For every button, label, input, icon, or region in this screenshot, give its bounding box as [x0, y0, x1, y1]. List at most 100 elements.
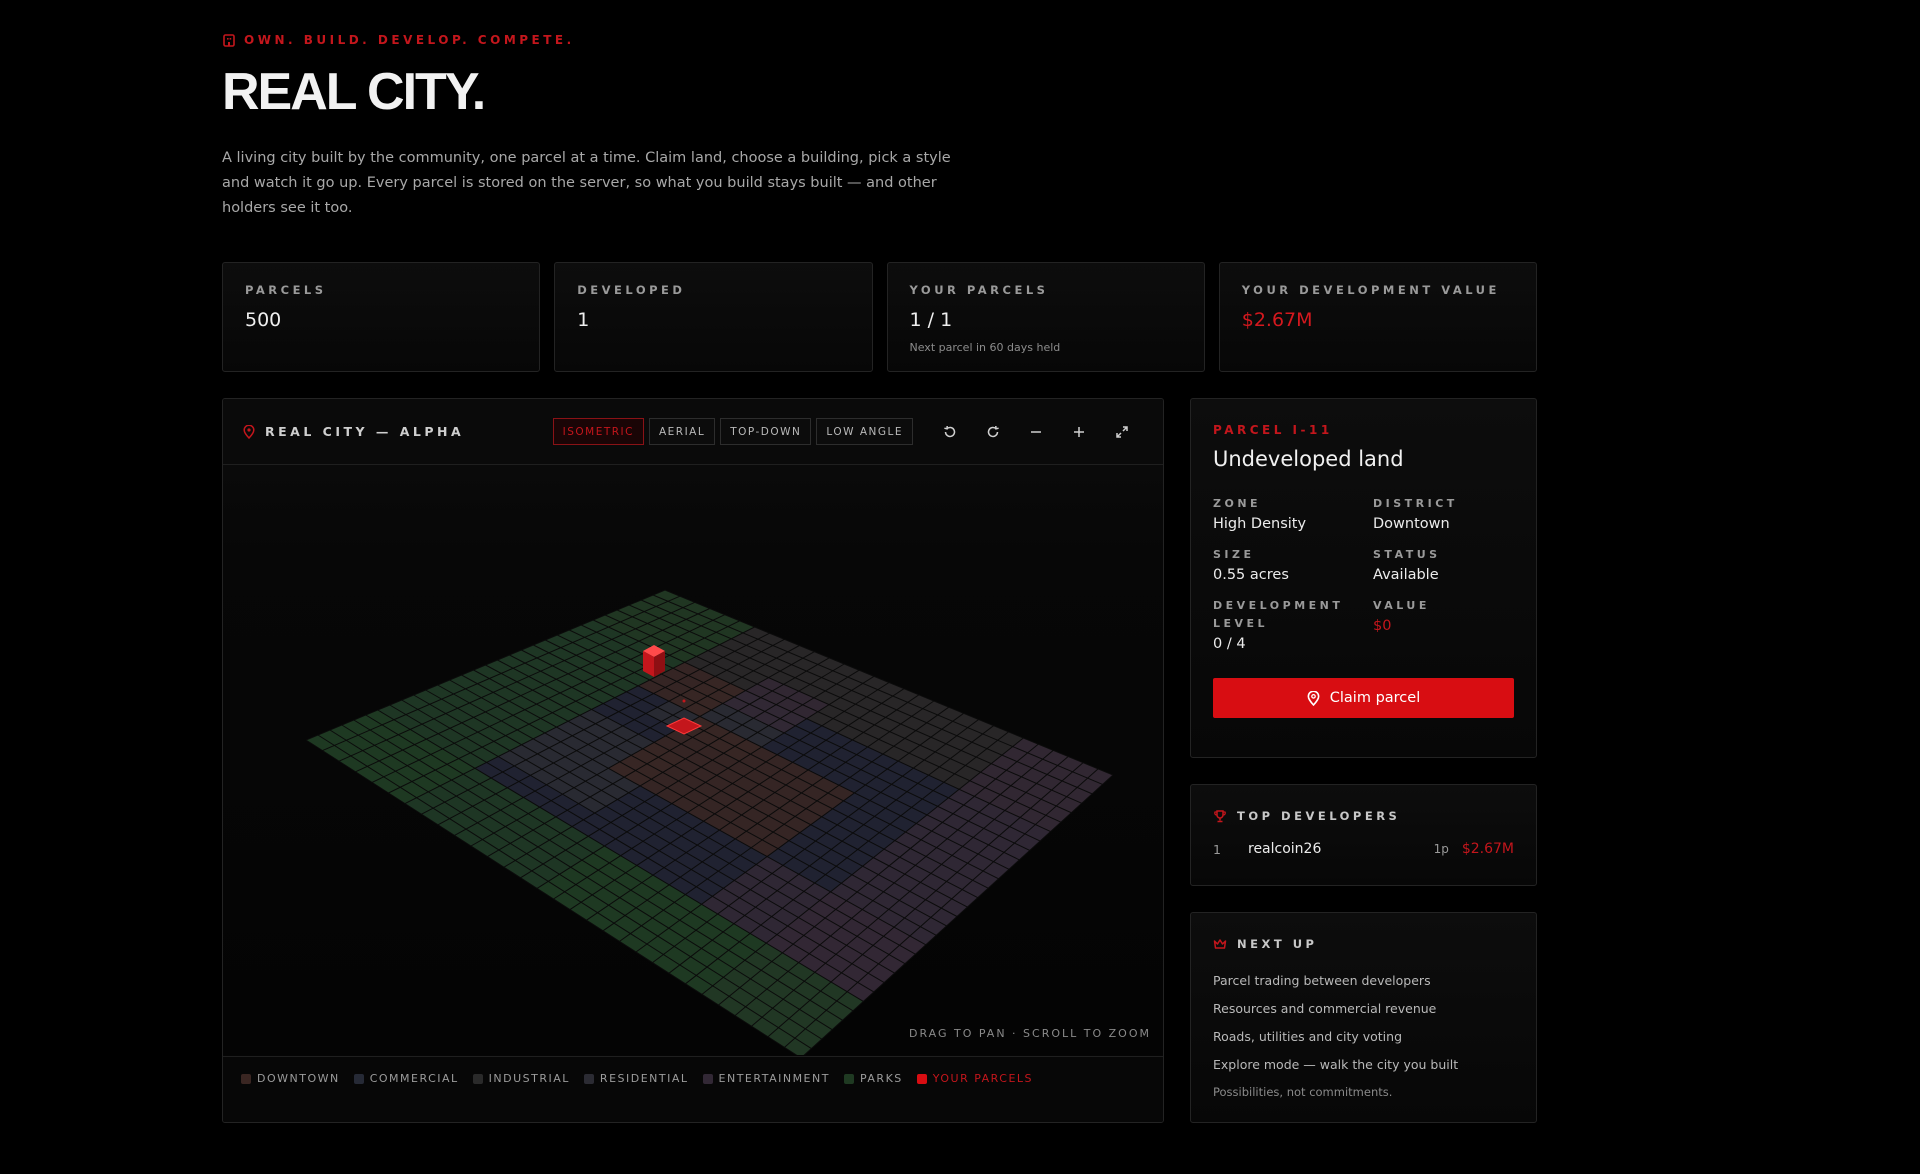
map-title-text: REAL CITY — ALPHA [265, 424, 465, 439]
map-header: REAL CITY — ALPHA ISOMETRIC AERIAL TOP-D… [223, 399, 1163, 465]
developer-rank: 1 [1213, 841, 1221, 857]
panel-title: NEXT UP [1237, 937, 1318, 951]
panel-header: NEXT UP [1213, 937, 1514, 951]
expand-icon [1115, 425, 1128, 438]
rotate-left-icon [943, 425, 955, 437]
field-key: DISTRICT [1373, 497, 1458, 510]
hero-eyebrow: OWN. BUILD. DEVELOP. COMPETE. [222, 33, 575, 47]
field-size: SIZE 0.55 acres [1213, 546, 1373, 583]
claim-label: Claim parcel [1329, 690, 1421, 706]
claim-parcel-button[interactable]: Claim parcel [1213, 678, 1514, 718]
developer-row[interactable]: 1 realcoin26 1p $2.67M [1213, 841, 1514, 857]
map-title: REAL CITY — ALPHA [243, 424, 464, 439]
rotate-right-button[interactable] [971, 418, 1014, 446]
field-district: DISTRICT Downtown [1373, 495, 1514, 532]
field-value: Downtown [1373, 516, 1450, 532]
legend-downtown: DOWNTOWN [241, 1072, 340, 1085]
field-status: STATUS Available [1373, 546, 1514, 583]
fullscreen-button[interactable] [1100, 418, 1143, 446]
field-value: High Density [1213, 516, 1307, 532]
list-item: Explore mode — walk the city you built [1213, 1057, 1459, 1072]
legend-label: PARKS [859, 1072, 903, 1085]
trophy-icon [1214, 810, 1226, 823]
legend-label: DOWNTOWN [257, 1072, 340, 1085]
next-up-list: Parcel trading between developers Resour… [1213, 967, 1514, 1079]
legend-label: YOUR PARCELS [932, 1072, 1034, 1085]
zoom-out-button[interactable] [1014, 418, 1057, 446]
parcel-title: Undeveloped land [1213, 447, 1404, 471]
field-key: SIZE [1213, 548, 1255, 561]
field-key: STATUS [1373, 548, 1441, 561]
map-pin-icon [243, 424, 255, 439]
field-value: VALUE $0 [1373, 597, 1514, 652]
map-pin-icon [1307, 690, 1320, 706]
panel-header: TOP DEVELOPERS [1213, 809, 1514, 823]
page-title: REAL CITY. [222, 63, 486, 121]
panel-title: TOP DEVELOPERS [1237, 809, 1401, 823]
view-button-aerial[interactable]: AERIAL [648, 418, 716, 445]
view-button-top-down[interactable]: TOP-DOWN [720, 418, 812, 445]
legend-industrial: INDUSTRIAL [472, 1072, 570, 1085]
developer-value: $2.67M [1461, 841, 1514, 857]
zoom-in-button[interactable] [1057, 418, 1100, 446]
legend-label: ENTERTAINMENT [718, 1072, 830, 1085]
legend-swatch [702, 1073, 713, 1084]
plus-icon [1073, 426, 1084, 437]
field-value: 0.55 acres [1213, 567, 1289, 583]
stat-developed: DEVELOPED 1 [554, 262, 873, 372]
legend-commercial: COMMERCIAL [353, 1072, 459, 1085]
field-zone: ZONE High Density [1213, 495, 1373, 532]
next-up-note: Possibilities, not commitments. [1213, 1085, 1393, 1099]
field-value: Available [1373, 567, 1439, 583]
stat-your-parcels: YOUR PARCELS 1 / 1 Next parcel in 60 day… [886, 262, 1205, 372]
legend-residential: RESIDENTIAL [583, 1072, 689, 1085]
city-grid[interactable] [223, 465, 1163, 1059]
legend-swatch [241, 1073, 251, 1084]
view-button-low-angle[interactable]: LOW ANGLE [816, 418, 913, 445]
list-item: Resources and commercial revenue [1213, 1001, 1437, 1016]
city-map: REAL CITY — ALPHA ISOMETRIC AERIAL TOP-D… [222, 398, 1164, 1123]
legend-swatch [916, 1073, 927, 1084]
building-icon [223, 34, 235, 47]
legend-swatch [583, 1073, 594, 1084]
legend-swatch [843, 1073, 854, 1084]
field-development-level: DEVELOPMENT LEVEL 0 / 4 [1213, 597, 1373, 652]
stat-value: 500 [245, 309, 282, 331]
developer-parcels: 1p [1433, 842, 1449, 856]
top-developers-panel: TOP DEVELOPERS 1 realcoin26 1p $2.67M [1190, 784, 1537, 886]
stat-parcels: PARCELS 500 [222, 262, 541, 372]
map-hint: DRAG TO PAN · SCROLL TO ZOOM [908, 1027, 1151, 1040]
legend-your-parcels: YOUR PARCELS [916, 1072, 1034, 1085]
legend-label: RESIDENTIAL [599, 1072, 689, 1085]
field-value: 0 / 4 [1213, 636, 1246, 652]
developer-name: realcoin26 [1248, 841, 1322, 857]
view-button-isometric[interactable]: ISOMETRIC [552, 418, 644, 445]
stat-development-value: YOUR DEVELOPMENT VALUE $2.67M [1218, 262, 1537, 372]
legend-swatch [353, 1073, 364, 1084]
minus-icon [1030, 430, 1041, 433]
next-up-panel: NEXT UP Parcel trading between developer… [1190, 912, 1537, 1123]
stat-subtext: Next parcel in 60 days held [909, 341, 1061, 354]
stat-label: PARCELS [245, 283, 327, 297]
map-canvas[interactable] [223, 465, 1163, 1059]
parcel-fields: ZONE High Density DISTRICT Downtown SIZE 0.… [1213, 495, 1514, 652]
building-marker[interactable] [643, 645, 665, 677]
parcel-id: PARCEL I-11 [1213, 423, 1333, 437]
stats-row: PARCELS 500 DEVELOPED 1 YOUR PARCELS 1 /… [222, 262, 1537, 372]
view-switcher: ISOMETRIC AERIAL TOP-DOWN LOW ANGLE [552, 418, 1143, 446]
rotate-left-button[interactable] [928, 418, 971, 446]
crown-icon [1213, 939, 1227, 949]
eyebrow-text: OWN. BUILD. DEVELOP. COMPETE. [244, 33, 575, 47]
parcel-details-panel: PARCEL I-11 Undeveloped land ZONE High De… [1190, 398, 1537, 758]
stat-label: YOUR PARCELS [909, 283, 1049, 297]
map-tools [928, 418, 1143, 446]
legend-parks: PARKS [843, 1072, 903, 1085]
rotate-right-icon [987, 425, 999, 437]
stat-label: YOUR DEVELOPMENT VALUE [1241, 283, 1500, 297]
list-item: Parcel trading between developers [1213, 973, 1431, 988]
field-value: $0 [1373, 618, 1392, 634]
stat-label: DEVELOPED [577, 283, 686, 297]
stat-value: $2.67M [1241, 309, 1313, 331]
legend-label: INDUSTRIAL [488, 1072, 570, 1085]
field-key: DEVELOPMENT LEVEL [1213, 599, 1344, 630]
